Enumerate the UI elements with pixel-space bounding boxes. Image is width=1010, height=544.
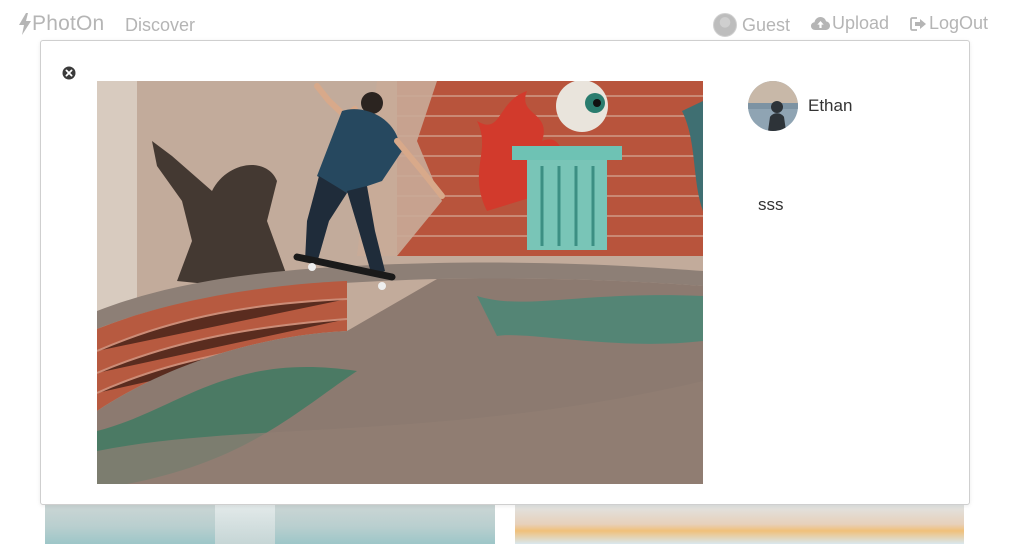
grid-photo-thumbnail[interactable] bbox=[515, 500, 964, 544]
sign-out-icon bbox=[910, 16, 926, 31]
nav-logout-label: LogOut bbox=[929, 13, 989, 33]
nav-discover-link[interactable]: Discover bbox=[125, 15, 195, 36]
avatar-icon bbox=[713, 13, 737, 37]
author-info[interactable]: Ethan bbox=[748, 81, 852, 131]
nav-upload-label: Upload bbox=[832, 13, 890, 33]
nav-upload-link[interactable]: Upload bbox=[811, 13, 889, 34]
close-circle-icon bbox=[62, 66, 76, 80]
bolt-icon bbox=[19, 13, 31, 35]
cloud-upload-icon bbox=[811, 16, 830, 30]
author-name[interactable]: Ethan bbox=[808, 96, 852, 116]
photo-caption: sss bbox=[758, 195, 784, 214]
main-photo bbox=[97, 81, 703, 484]
grid-photo-thumbnail[interactable] bbox=[45, 500, 495, 544]
skateboarder-photo bbox=[97, 81, 703, 484]
nav-guest-link[interactable]: Guest bbox=[713, 13, 790, 37]
avatar-icon bbox=[748, 81, 798, 131]
nav-logout-link[interactable]: LogOut bbox=[910, 13, 988, 34]
brand-logo[interactable]: PhotOn bbox=[19, 12, 104, 36]
close-button[interactable] bbox=[62, 66, 76, 80]
brand-name: PhotOn bbox=[32, 12, 105, 35]
author-avatar[interactable] bbox=[748, 81, 798, 131]
nav-guest-label: Guest bbox=[742, 14, 791, 35]
photo-detail-modal: Ethan sss bbox=[40, 40, 970, 505]
